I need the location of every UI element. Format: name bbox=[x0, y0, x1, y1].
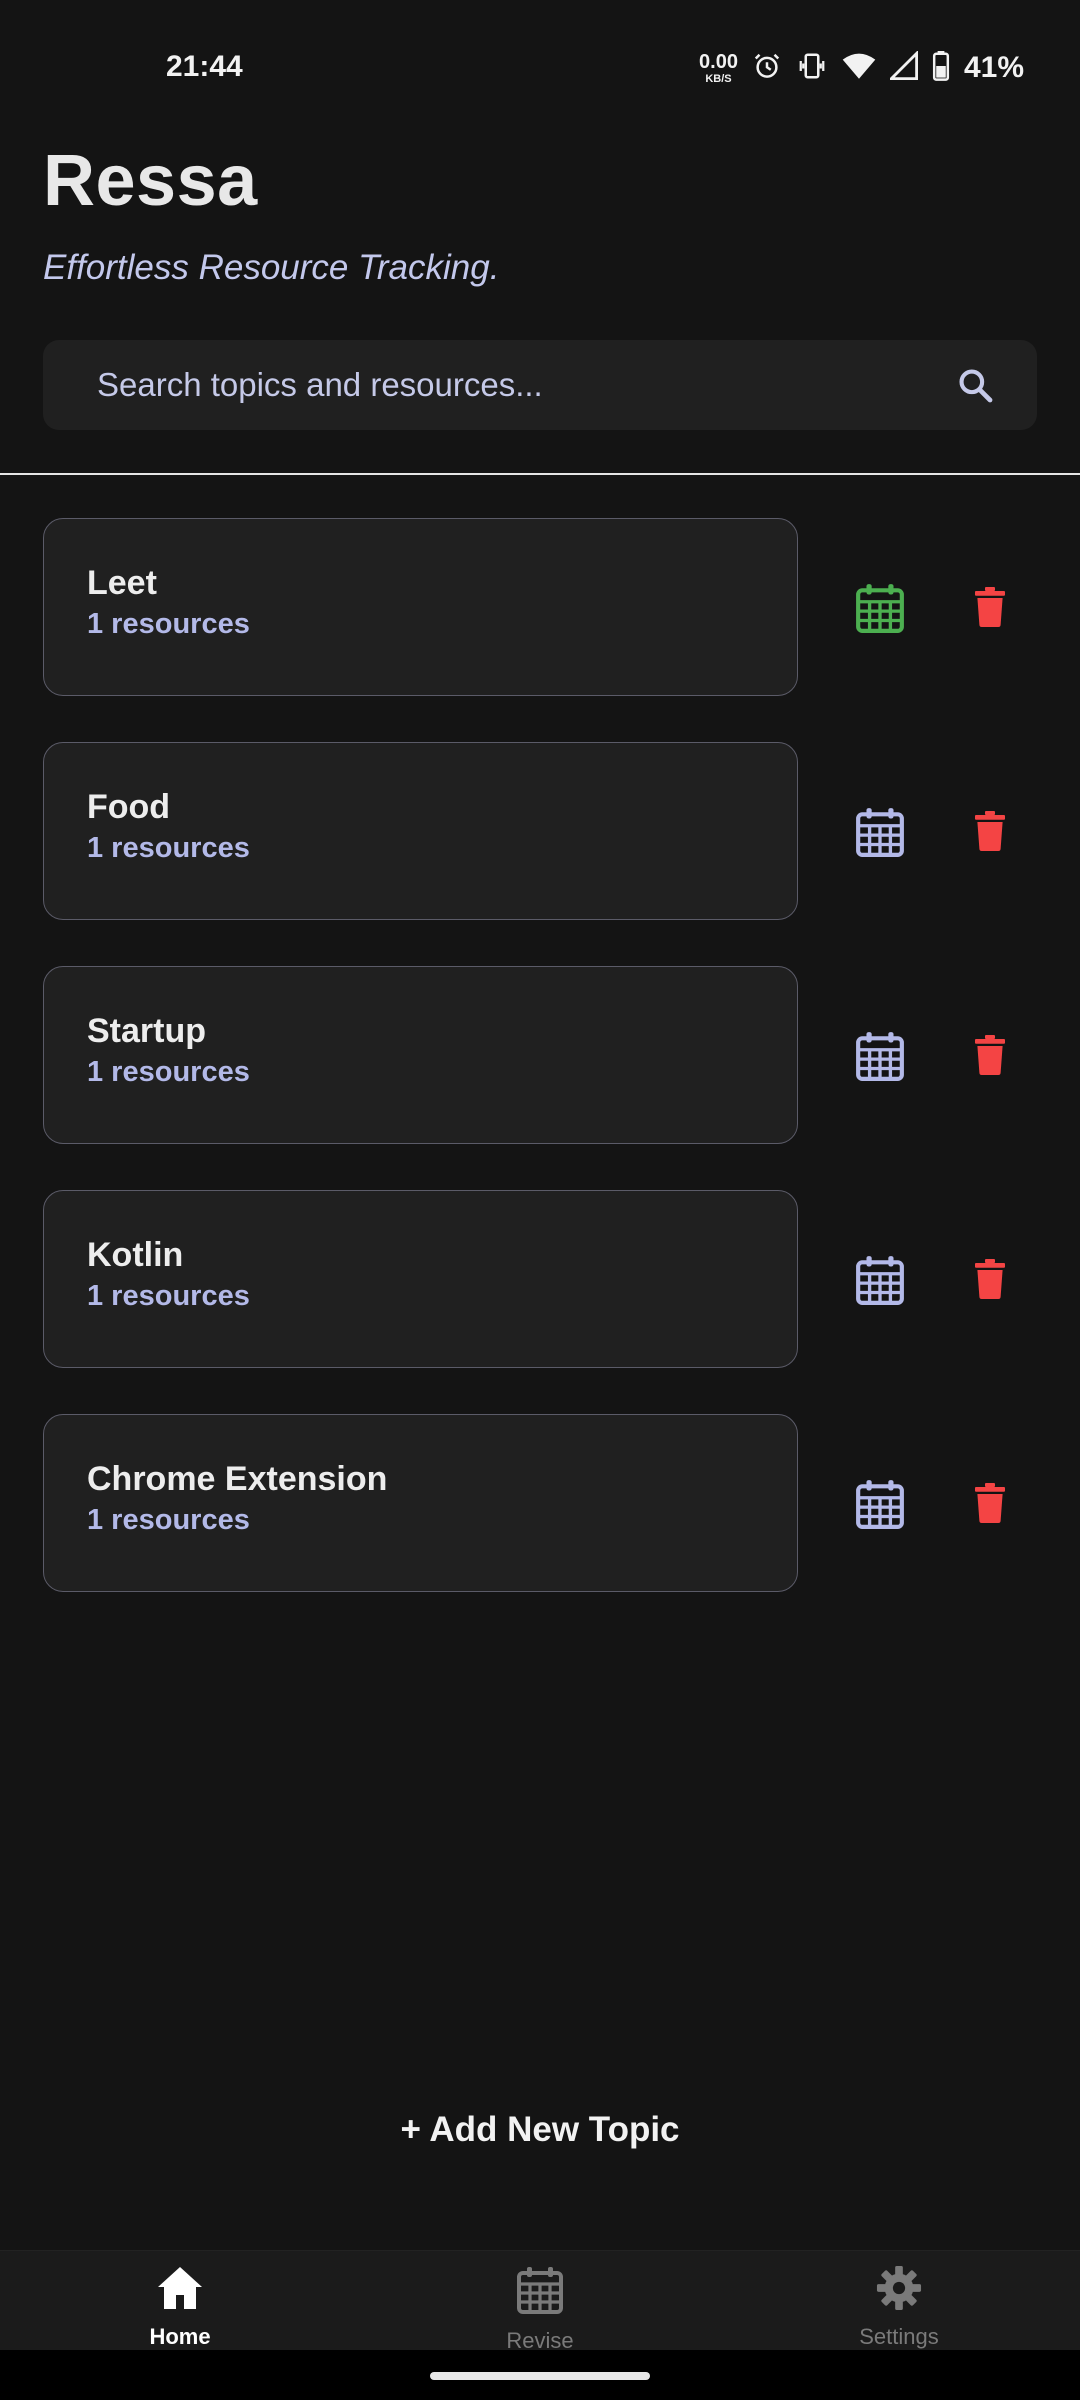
bottom-navigation: Home Revise Settings bbox=[0, 2250, 1080, 2354]
topic-list: Leet 1 resources Food 1 resources Startup 1 r… bbox=[43, 518, 1037, 1638]
trash-icon[interactable] bbox=[975, 811, 1005, 851]
gesture-handle[interactable] bbox=[430, 2372, 650, 2380]
nav-settings-label: Settings bbox=[859, 2324, 939, 2349]
battery-percent: 41% bbox=[963, 51, 1024, 84]
calendar-icon[interactable] bbox=[855, 1254, 905, 1306]
trash-icon[interactable] bbox=[975, 1483, 1005, 1523]
topic-name: Chrome Extension bbox=[87, 1460, 388, 1498]
search-bar[interactable] bbox=[43, 340, 1037, 430]
status-icons: 0.00 KB/S 41% bbox=[699, 48, 1024, 88]
topic-card[interactable]: Leet 1 resources bbox=[43, 518, 798, 696]
topic-resource-count: 1 resources bbox=[87, 1503, 250, 1536]
status-time: 21:44 bbox=[166, 50, 243, 83]
app-title: Ressa bbox=[43, 141, 258, 221]
topic-card[interactable]: Chrome Extension 1 resources bbox=[43, 1414, 798, 1592]
topic-resource-count: 1 resources bbox=[87, 1055, 250, 1088]
vibrate-icon bbox=[796, 51, 828, 86]
header-divider bbox=[0, 473, 1080, 475]
calendar-icon[interactable] bbox=[855, 806, 905, 858]
nav-settings[interactable]: Settings bbox=[799, 2265, 999, 2350]
topic-row: Kotlin 1 resources bbox=[43, 1190, 1037, 1370]
calendar-icon[interactable] bbox=[855, 1478, 905, 1530]
topic-card[interactable]: Kotlin 1 resources bbox=[43, 1190, 798, 1368]
topic-row: Food 1 resources bbox=[43, 742, 1037, 922]
topic-name: Leet bbox=[87, 564, 157, 602]
topic-card[interactable]: Food 1 resources bbox=[43, 742, 798, 920]
trash-icon[interactable] bbox=[975, 1035, 1005, 1075]
network-speed-value: 0.00 bbox=[699, 50, 738, 73]
signal-icon bbox=[887, 49, 918, 86]
battery-icon bbox=[932, 50, 950, 86]
topic-resource-count: 1 resources bbox=[87, 607, 250, 640]
calendar-icon[interactable] bbox=[855, 582, 905, 634]
topic-row: Startup 1 resources bbox=[43, 966, 1037, 1146]
status-bar: 21:44 0.00 KB/S 41% bbox=[0, 0, 1080, 136]
topic-name: Food bbox=[87, 788, 171, 826]
nav-home-label: Home bbox=[149, 2324, 211, 2349]
topic-resource-count: 1 resources bbox=[87, 1279, 250, 1312]
calendar-icon bbox=[516, 2265, 564, 2320]
search-icon[interactable] bbox=[953, 363, 997, 407]
nav-revise[interactable]: Revise bbox=[440, 2265, 640, 2354]
home-icon bbox=[156, 2265, 204, 2316]
topic-card[interactable]: Startup 1 resources bbox=[43, 966, 798, 1144]
topic-name: Kotlin bbox=[87, 1236, 184, 1274]
alarm-icon bbox=[752, 51, 782, 86]
topic-row: Chrome Extension 1 resources bbox=[43, 1414, 1037, 1594]
calendar-icon[interactable] bbox=[855, 1030, 905, 1082]
network-speed-unit: KB/S bbox=[705, 72, 732, 85]
add-topic-button[interactable]: + Add New Topic bbox=[0, 2110, 1080, 2150]
topic-row: Leet 1 resources bbox=[43, 518, 1037, 698]
trash-icon[interactable] bbox=[975, 587, 1005, 627]
gear-icon bbox=[876, 2265, 922, 2316]
app-subtitle: Effortless Resource Tracking. bbox=[43, 248, 500, 287]
topic-resource-count: 1 resources bbox=[87, 831, 250, 864]
wifi-icon bbox=[842, 51, 876, 86]
trash-icon[interactable] bbox=[975, 1259, 1005, 1299]
nav-home[interactable]: Home bbox=[80, 2265, 280, 2350]
topic-name: Startup bbox=[87, 1012, 206, 1050]
network-speed: 0.00 KB/S bbox=[699, 52, 738, 85]
search-input[interactable] bbox=[97, 366, 953, 404]
